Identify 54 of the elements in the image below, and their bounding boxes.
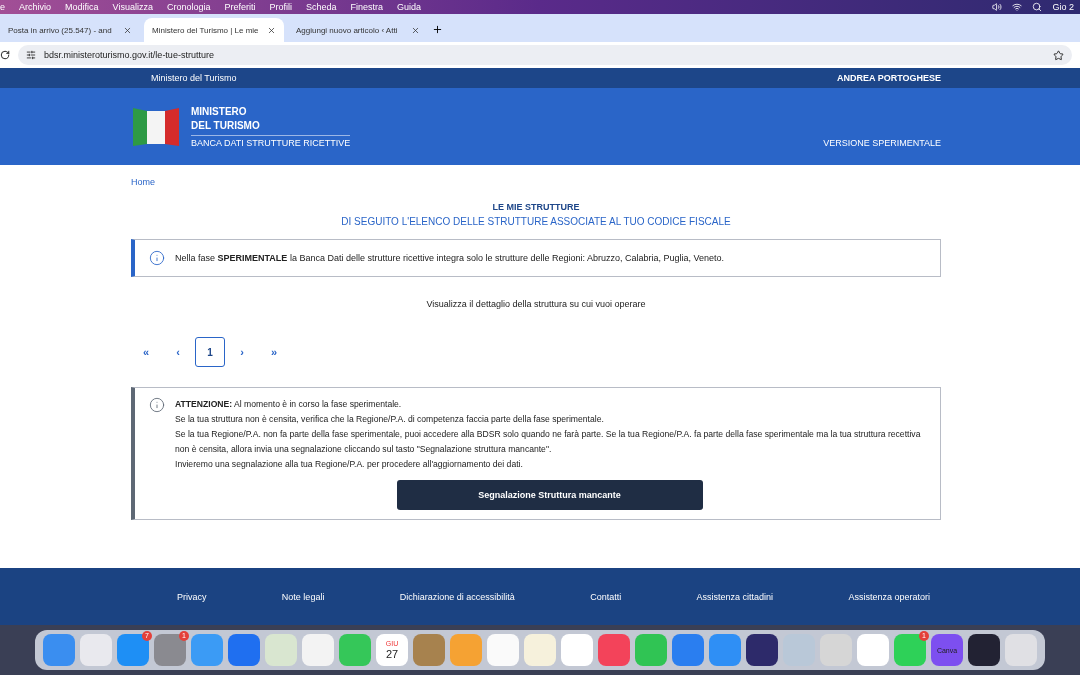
page-title: LE MIE STRUTTURE	[491, 202, 581, 212]
info-icon	[149, 250, 165, 266]
menu-item[interactable]: Profili	[269, 2, 292, 12]
browser-tab[interactable]: Ministero del Turismo | Le mie	[144, 18, 284, 42]
footer-link[interactable]: Dichiarazione di accessibilità	[399, 591, 515, 602]
close-icon[interactable]	[267, 25, 276, 35]
menu-item[interactable]: Cronologia	[166, 2, 211, 12]
close-icon[interactable]	[411, 25, 420, 35]
menu-item[interactable]: Finestra	[350, 2, 383, 12]
menu-item[interactable]: Scheda	[305, 2, 337, 12]
address-bar[interactable]: bdsr.ministeroturismo.gov.it/le-tue-strutture	[18, 45, 1072, 65]
brand-title: DEL TURISMO	[191, 119, 261, 133]
menu-item[interactable]: Modifica	[65, 2, 99, 12]
menu-item[interactable]: Guida	[397, 2, 422, 12]
footer-link[interactable]: Privacy	[177, 591, 207, 602]
menu-item[interactable]: e	[0, 2, 5, 12]
page-number-link[interactable]: 1	[195, 337, 225, 367]
notice-text: Nella fase SPERIMENTALE la Banca Dati delle strutture ricettive integra solo le strutture delle Regioni: Abruzzo, Calabria, Puglia, Veneto.	[175, 253, 725, 263]
page-subtitle: DI SEGUITO L'ELENCO DELLE STRUTTURE ASSOCIATE AL TUO CODICE FISCALE	[340, 216, 732, 227]
footer-link[interactable]: Contatti	[590, 591, 622, 602]
volume-icon[interactable]	[992, 2, 1003, 12]
menu-item[interactable]: Visualizza	[112, 2, 153, 12]
warning-text: Se la tua struttura non è censita, verifica che la Regione/P.A. di competenza faccia parte della fase sperimentale.	[175, 413, 605, 426]
warning-text: Se la tua Regione/P.A. non fa parte della fase sperimentale, puoi accedere alla BDSR solo quando ne farà parte. Se la tua Regione/P.A. fa parte della fase sperimentale ma la tua struttura recettiva non è censita, allora invia una segnalazione cliccando sul tasto "Segnalazione struttura mancante".	[175, 428, 922, 456]
brand-subtitle: BANCA DATI STRUTTURE RICETTIVE	[191, 135, 351, 148]
url-text: bdsr.ministeroturismo.gov.it/le-tue-strutture	[44, 50, 214, 60]
browser-tab[interactable]: Aggiungi nuovo articolo ‹ Atti	[288, 18, 428, 42]
wifi-icon[interactable]	[1012, 2, 1023, 12]
user-name: ANDREA PORTOGHESE	[837, 73, 941, 83]
menu-item[interactable]: Preferiti	[224, 2, 256, 12]
warning-text: Invieremo una segnalazione alla tua Regione/P.A. per procedere all'aggiornamento dei dati.	[175, 458, 524, 471]
search-icon[interactable]	[1032, 2, 1043, 12]
version-label: VERSIONE SPERIMENTALE	[823, 138, 941, 148]
menu-clock: Gio 2	[1052, 2, 1074, 12]
app-icon[interactable]	[968, 634, 1000, 666]
warning-text: ATTENZIONE: Al momento è in corso la fase sperimentale.	[175, 398, 403, 411]
browser-tab[interactable]: Posta in arrivo (25.547) - and	[0, 18, 140, 42]
flag-logo-icon	[133, 105, 179, 148]
site-settings-icon[interactable]	[26, 50, 36, 60]
breadcrumb-link[interactable]: Home	[131, 177, 155, 187]
bookmark-star-icon[interactable]	[1053, 49, 1064, 61]
footer-link[interactable]: Assistenza cittadini	[696, 591, 774, 602]
menu-item[interactable]: Archivio	[19, 2, 52, 12]
report-missing-button[interactable]: Segnalazione Struttura mancante	[396, 480, 703, 510]
instruction-text: Visualizza il dettaglio della struttura su cui vuoi operare	[425, 299, 647, 309]
app-icon[interactable]	[746, 634, 778, 666]
info-icon	[149, 397, 165, 413]
footer-link[interactable]: Note legali	[281, 591, 325, 602]
reload-icon[interactable]	[0, 50, 10, 60]
new-tab-icon[interactable]	[432, 24, 443, 35]
footer-link[interactable]: Assistenza operatori	[848, 591, 930, 602]
close-icon[interactable]	[123, 25, 132, 35]
brand-title: MINISTERO	[191, 105, 248, 119]
app-icon-label: 27	[385, 648, 399, 660]
